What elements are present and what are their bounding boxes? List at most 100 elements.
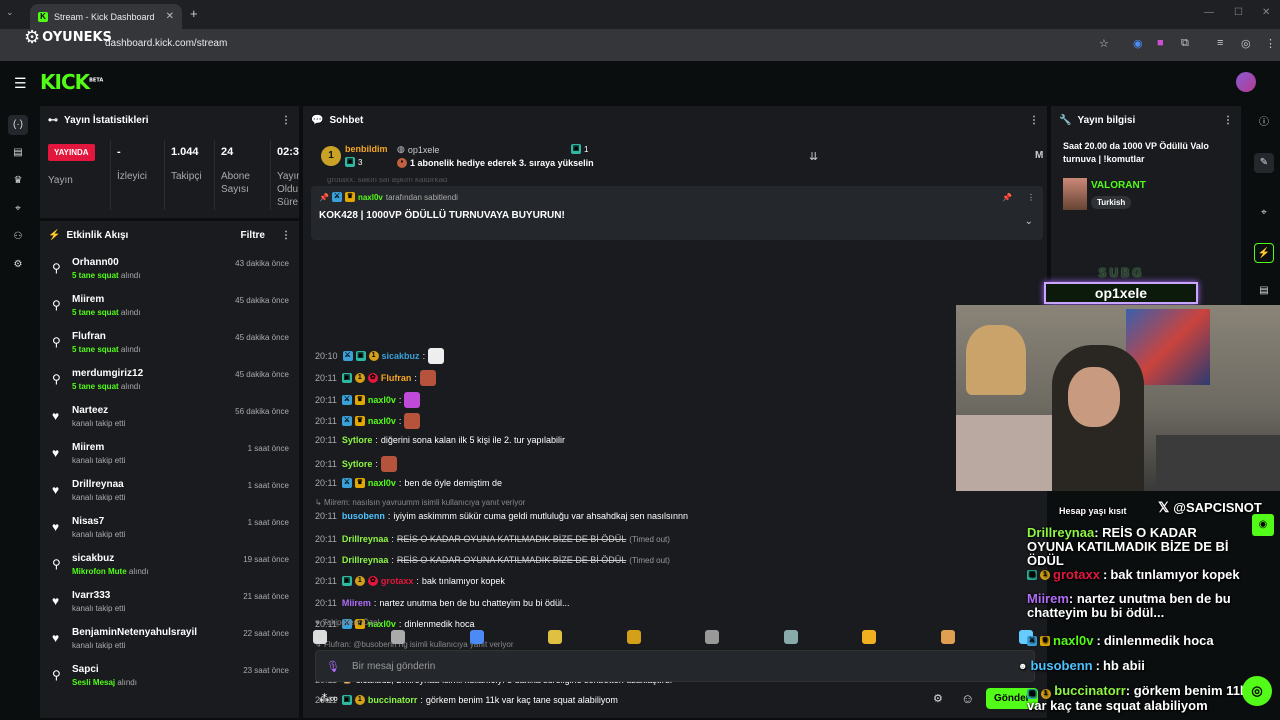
activity-item[interactable]: ⚲ Orhann00 5 tane squat alındı 43 dakika ön… [40,255,299,292]
chat-message[interactable]: 20:11 busobenn: iyiyim askimmm sükür cuma … [315,511,688,521]
chat-username[interactable]: naxl0v [368,395,396,405]
language-tag[interactable]: Turkish [1091,196,1132,209]
maximize-icon[interactable]: ☐ [1234,7,1243,18]
unpin-icon[interactable]: 📌 [1002,193,1012,202]
emote-icon[interactable] [548,630,563,644]
chat-message[interactable]: 20:11 ▣ 1 ✿ Flufran: [315,370,436,386]
category-thumbnail[interactable] [1063,178,1087,210]
chat-username[interactable]: Sytlore [342,459,373,469]
live-status-badge: YAYINDA [48,144,95,161]
dashboard-icon[interactable]: ▤ [10,145,26,161]
moderation-icon[interactable]: ⌖ [10,201,26,217]
stat-value: 24 [221,146,234,158]
emote-icon[interactable] [626,630,641,644]
tab-search-icon[interactable]: ⌄ [6,7,14,18]
activity-item[interactable]: ♥ Miirem kanalı takip etti 1 saat önce [40,440,299,477]
chat-username[interactable]: Drillreynaa [342,534,389,544]
settings-gear-icon[interactable]: ⚙ [10,257,26,273]
chat-message[interactable]: 20:11 ⚔ ♛ naxl0v: [315,392,421,408]
chat-username[interactable]: sicakbuz [382,351,420,361]
emote-icon[interactable] [391,630,406,644]
activity-item[interactable]: ♥ Narteez kanalı takip etti 56 dakika önce [40,403,299,440]
chat-message[interactable]: 20:11 ▣ 1 ✿ grotaxx: bak tınlamıyor kopek [315,576,505,586]
menu-hamburger-icon[interactable]: ☰ [14,75,27,92]
chat-message-input[interactable] [351,660,952,672]
minimize-icon[interactable]: — [1204,7,1214,18]
extensions-puzzle-icon[interactable]: ⧉ [1181,37,1189,50]
chat-message[interactable]: 20:11 Drillreynaa: REİS O KADAR OYUNA KATI… [315,555,670,565]
collapse-icon[interactable]: ⇊ [809,150,818,163]
top-gifter-name[interactable]: benbildim [345,144,388,154]
emote-icon[interactable] [705,630,720,644]
expand-chevron-icon[interactable]: ⌄ [1025,216,1033,227]
profile-icon[interactable]: ◎ [1241,37,1251,50]
emote-icon[interactable] [783,630,798,644]
chat-message[interactable]: 20:11 ⚔ ♛ naxl0v: ben de öyle demiştim de [315,478,502,488]
close-window-icon[interactable]: ✕ [1262,7,1270,18]
edit-pencil-icon[interactable]: ✎ [1254,153,1274,173]
activity-more-icon[interactable]: ⋮ [281,230,291,241]
notes-icon[interactable]: ▤ [1254,281,1274,301]
pinned-more-icon[interactable]: ⋮ [1027,193,1035,202]
info-icon[interactable]: ⓘ [1254,113,1274,133]
stream-broadcast-icon[interactable]: (·) [8,115,28,135]
emote-icon[interactable] [940,630,955,644]
hype-text: • 1 abonelik hediye ederek 3. sıraya yüks… [397,158,594,168]
chat-more-icon[interactable]: ⋮ [1029,115,1039,126]
chat-input-box[interactable]: 🎙 [315,650,1035,682]
chat-username[interactable]: naxl0v [368,478,396,488]
chat-username[interactable]: busobenn [342,511,385,521]
browser-menu-icon[interactable]: ⋮ [1265,37,1276,50]
chat-username[interactable]: Sytlore [342,435,373,445]
emote-icon[interactable] [469,630,484,644]
chat-username[interactable]: Miirem [342,598,371,608]
community-icon[interactable]: ⚇ [10,229,26,245]
chat-message[interactable]: 20:11 Sytlore: [315,456,397,472]
pinned-by-user[interactable]: naxl0v [358,193,383,202]
activity-item[interactable]: ⚲ sicakbuz Mikrofon Mute alındı 19 saat önc… [40,551,299,588]
chat-username[interactable]: Flufran [381,373,412,383]
kick-logo[interactable]: KICKBETA [40,70,103,94]
emoji-picker-icon[interactable]: ☺ [961,691,974,706]
activity-item[interactable]: ♥ Nisas7 kanalı takip etti 1 saat önce [40,514,299,551]
activity-item[interactable]: ♥ Drillreynaa kanalı takip etti 1 saat önce [40,477,299,514]
quick-actions-bolt-icon[interactable]: ⚡ [1254,243,1274,263]
moderation-target-icon[interactable]: ⌖ [1254,203,1274,223]
chat-settings-icon[interactable]: ⚙ [933,692,943,705]
activity-item[interactable]: ⚲ Miirem 5 tane squat alındı 45 dakika önce [40,292,299,329]
microphone-icon[interactable]: 🎙 [326,660,340,673]
extension-icon[interactable]: ■ [1157,37,1164,49]
activity-item[interactable]: ⚲ merdumgiriz12 5 tane squat alındı 45 daki… [40,366,299,403]
chat-username[interactable]: buccinatorr [368,695,418,705]
chat-message[interactable]: 20:11 ▣ 1 buccinatorr: görkem benim 11k var … [315,695,618,705]
chat-message[interactable]: 20:11 ⚔ ♛ naxl0v: [315,413,421,429]
activity-item[interactable]: ♥ Ivarr333 kanalı takip etti 21 saat önce [40,588,299,625]
stats-more-icon[interactable]: ⋮ [281,115,291,126]
media-icon[interactable]: ≡ [1217,37,1223,49]
chat-message[interactable]: 20:10 ⚔ ▣ 1 sicakbuz: [315,348,445,364]
chat-message[interactable]: 20:11 Drillreynaa: REİS O KADAR OYUNA KATI… [315,534,670,544]
chat-message[interactable]: 20:11 Sytlore: diğerini sona kalan ilk 5 k… [315,435,565,445]
activity-filter-button[interactable]: Filtre [241,230,265,241]
activity-item[interactable]: ⚲ Sapci Sesli Mesaj alındı 23 saat önce [40,662,299,699]
chat-username[interactable]: Drillreynaa [342,555,389,565]
category-name[interactable]: VALORANT [1091,180,1146,191]
emote-ghost-icon[interactable] [313,630,327,644]
new-tab-icon[interactable]: + [190,6,198,21]
gold-badge-icon: 1 [1040,569,1050,580]
extension-audio-icon[interactable]: ◉ [1133,37,1143,50]
chat-message[interactable]: 20:11 Miirem: nartez unutma ben de bu chat… [315,598,570,608]
stream-info-more-icon[interactable]: ⋮ [1223,115,1233,126]
current-gifter-name[interactable]: op1xele [408,145,440,155]
chat-username[interactable]: grotaxx [381,576,414,586]
chat-username[interactable]: naxl0v [368,416,396,426]
emote-icon[interactable] [862,630,877,644]
trophy-icon[interactable]: ♛ [10,173,26,189]
user-avatar[interactable] [1236,72,1256,92]
url-field[interactable]: dashboard.kick.com/stream [105,38,227,49]
activity-item[interactable]: ♥ BenjaminNetenyahulsrayil kanalı takip et… [40,625,299,662]
activity-item[interactable]: ⚲ Flufran 5 tane squat alındı 45 dakika önc… [40,329,299,366]
tab-close-icon[interactable]: ✕ [166,11,174,22]
channel-points-icon[interactable]: ⁂∞ [319,692,338,705]
bookmark-star-icon[interactable]: ☆ [1099,37,1109,50]
